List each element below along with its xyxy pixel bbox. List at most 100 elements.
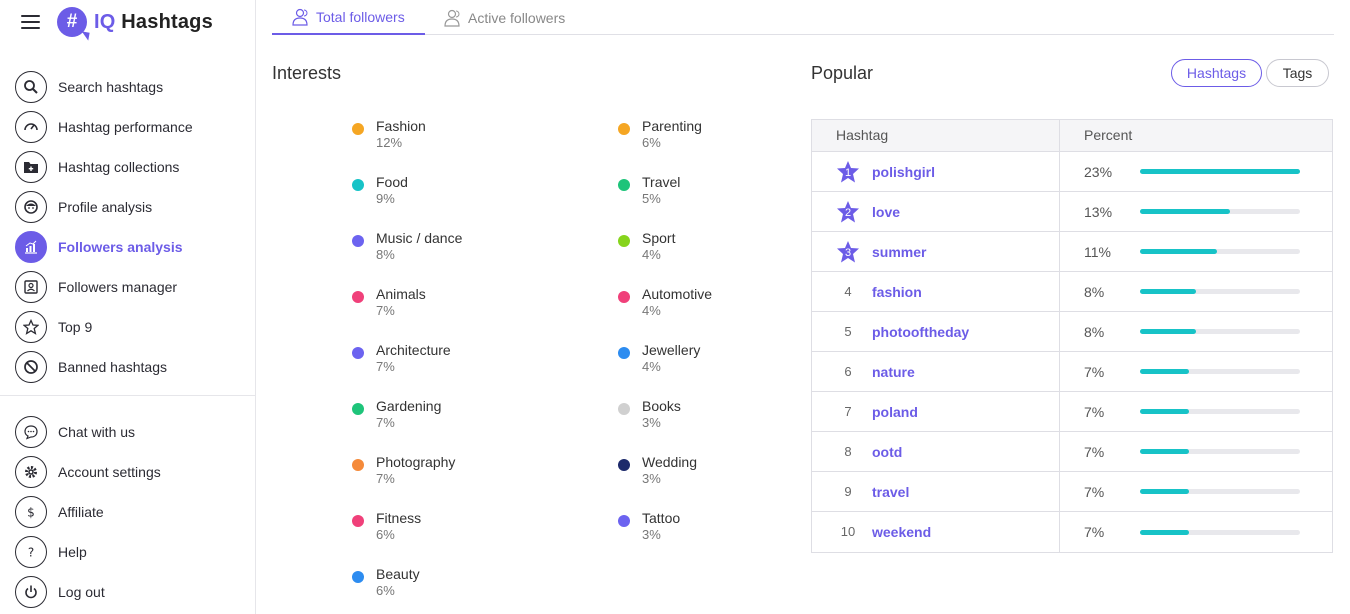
hashtag-link[interactable]: photooftheday <box>872 324 969 340</box>
interest-color-dot <box>618 515 630 527</box>
contact-card-icon <box>15 271 47 303</box>
percent-bar <box>1140 449 1300 454</box>
percent-value: 7% <box>1084 403 1105 420</box>
star-icon <box>15 311 47 343</box>
interest-color-dot <box>618 179 630 191</box>
hashtag-link[interactable]: polishgirl <box>872 164 935 180</box>
sidebar-item-chat[interactable]: Chat with us <box>15 412 255 452</box>
rank-number: 1 <box>844 166 852 179</box>
logo[interactable]: # IQ Hashtags <box>57 7 213 37</box>
interest-name: Photography <box>376 454 456 470</box>
sidebar-item-hashtag-performance[interactable]: Hashtag performance <box>15 107 255 147</box>
hashtag-link[interactable]: travel <box>872 484 909 500</box>
sidebar-item-label: Followers manager <box>58 279 178 295</box>
sidebar-item-banned-hashtags[interactable]: Banned hashtags <box>15 347 255 387</box>
rank-number: 8 <box>844 443 852 459</box>
percent-bar-fill <box>1140 449 1189 454</box>
interest-color-dot <box>352 123 364 135</box>
percent-bar-fill <box>1140 169 1300 174</box>
svg-text:$: $ <box>27 506 35 520</box>
hashtag-link[interactable]: ootd <box>872 444 902 460</box>
hashtag-link[interactable]: nature <box>872 364 915 380</box>
percent-bar <box>1140 209 1300 214</box>
percent-bar <box>1140 529 1300 535</box>
interests-title: Interests <box>272 63 342 83</box>
sidebar-item-hashtag-collections[interactable]: Hashtag collections <box>15 147 255 187</box>
hashtag-cell: 3 summer <box>812 231 1060 272</box>
sidebar-item-log-out[interactable]: Log out <box>15 572 255 612</box>
interest-percent: 4% <box>642 247 661 262</box>
interest-name: Parenting <box>642 118 702 134</box>
percent-bar-fill <box>1140 289 1196 294</box>
table-row: 9 travel 7% <box>812 471 1332 512</box>
interest-name: Tattoo <box>642 510 681 526</box>
interest-percent: 6% <box>376 527 395 542</box>
sidebar-item-followers-manager[interactable]: Followers manager <box>15 267 255 307</box>
percent-bar-fill <box>1140 209 1230 214</box>
table-row: 7 poland 7% <box>812 391 1332 432</box>
interest-color-dot <box>352 291 364 303</box>
folder-plus-icon <box>15 151 47 183</box>
sidebar-item-affiliate[interactable]: $ Affiliate <box>15 492 255 532</box>
svg-text:?: ? <box>28 546 34 560</box>
percent-value: 7% <box>1084 443 1105 460</box>
table-row: 6 nature 7% <box>812 351 1332 392</box>
rank-number: 2 <box>844 206 852 219</box>
interest-percent: 6% <box>642 135 661 150</box>
toggle-tags[interactable]: Tags <box>1266 59 1329 87</box>
percent-bar <box>1140 369 1300 374</box>
hashtag-cell: 2 love <box>812 191 1060 232</box>
percent-bar <box>1140 489 1300 494</box>
sidebar-item-top-9[interactable]: Top 9 <box>15 307 255 347</box>
sidebar-item-profile-analysis[interactable]: Profile analysis <box>15 187 255 227</box>
logo-name: Hashtags <box>121 10 213 33</box>
hashtag-cell: 5 photooftheday <box>812 311 1060 352</box>
secondary-nav: Chat with us Account settings $ Affiliat… <box>15 412 255 612</box>
menu-icon[interactable] <box>21 15 40 29</box>
interest-percent: 3% <box>642 415 661 430</box>
interest-color-dot <box>352 403 364 415</box>
percent-value: 11% <box>1084 243 1111 260</box>
rank-number: 6 <box>844 363 852 379</box>
toggle-hashtags[interactable]: Hashtags <box>1171 59 1262 87</box>
tab-total-followers[interactable]: Total followers <box>272 0 425 35</box>
rank-number: 9 <box>844 483 852 499</box>
sidebar-item-label: Hashtag performance <box>58 119 193 135</box>
logo-iq: IQ <box>94 10 116 33</box>
sidebar-item-followers-analysis[interactable]: Followers analysis <box>15 227 255 267</box>
hashtag-cell: 4 fashion <box>812 271 1060 312</box>
tab-active-followers[interactable]: Active followers <box>443 0 565 35</box>
sidebar-item-search-hashtags[interactable]: Search hashtags <box>15 67 255 107</box>
ban-icon <box>15 351 47 383</box>
face-icon <box>15 191 47 223</box>
sidebar-item-help[interactable]: ? Help <box>15 532 255 572</box>
interest-percent: 7% <box>376 415 395 430</box>
sidebar-item-label: Profile analysis <box>58 199 153 215</box>
percent-bar-fill <box>1140 409 1189 414</box>
gear-icon <box>15 456 47 488</box>
interest-percent: 12% <box>376 135 403 150</box>
hashtag-cell: 10 weekend <box>812 512 1060 552</box>
percent-bar-fill <box>1140 489 1189 494</box>
hashtag-link[interactable]: fashion <box>872 284 922 300</box>
interest-name: Fashion <box>376 118 426 134</box>
main-nav: Search hashtags Hashtag performance Hash… <box>15 67 255 387</box>
hashtag-link[interactable]: weekend <box>872 524 931 540</box>
hashtag-link[interactable]: poland <box>872 404 918 420</box>
table-header: Hashtag Percent <box>812 120 1332 152</box>
percent-bar-fill <box>1140 249 1217 254</box>
rank-star-icon: 3 <box>836 240 860 264</box>
hashtag-link[interactable]: summer <box>872 244 926 260</box>
sidebar: # IQ Hashtags Search hashtags Hashtag pe… <box>0 0 256 614</box>
percent-value: 7% <box>1084 363 1105 380</box>
hashtag-link[interactable]: love <box>872 204 900 220</box>
interest-percent: 7% <box>376 303 395 318</box>
interest-percent: 4% <box>642 303 661 318</box>
interest-color-dot <box>618 123 630 135</box>
interest-color-dot <box>352 515 364 527</box>
percent-value: 23% <box>1084 163 1113 180</box>
sidebar-item-label: Log out <box>58 584 105 600</box>
percent-cell: 8% <box>1060 272 1300 312</box>
percent-bar <box>1140 409 1300 414</box>
sidebar-item-account-settings[interactable]: Account settings <box>15 452 255 492</box>
